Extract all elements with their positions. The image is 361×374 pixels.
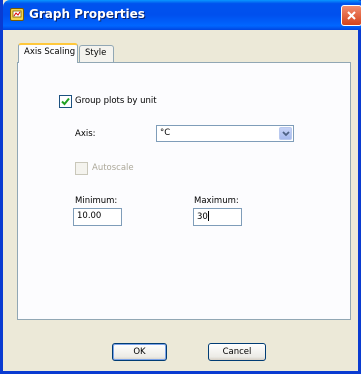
group-by-unit-checkbox[interactable] — [59, 95, 72, 108]
maximum-input[interactable]: 30 — [193, 208, 242, 226]
minimum-label: Minimum: — [75, 196, 118, 206]
maximum-value: 30 — [197, 212, 208, 222]
group-by-unit-label: Group plots by unit — [75, 96, 157, 106]
graph-app-icon — [10, 8, 24, 21]
tab-style-label: Style — [85, 48, 107, 58]
axis-label: Axis: — [75, 129, 96, 139]
tab-axis-scaling[interactable]: Axis Scaling — [18, 43, 78, 63]
axis-dropdown-button[interactable] — [279, 127, 292, 140]
chevron-down-icon — [281, 130, 290, 136]
minimum-value: 10.00 — [77, 211, 102, 221]
maximum-label: Maximum: — [194, 196, 239, 206]
autoscale-label: Autoscale — [92, 163, 134, 173]
minimum-input[interactable]: 10.00 — [73, 208, 122, 226]
autoscale-checkbox[interactable] — [75, 162, 88, 175]
axis-select-value: °C — [160, 128, 171, 138]
tab-axis-scaling-label: Axis Scaling — [24, 47, 76, 57]
graph-properties-dialog: Graph Properties Axis Scaling Style Grou… — [0, 0, 361, 374]
close-button[interactable] — [341, 5, 361, 26]
cancel-button[interactable]: Cancel — [208, 343, 266, 361]
title-bar[interactable]: Graph Properties — [3, 0, 361, 30]
axis-select[interactable]: °C — [156, 125, 294, 142]
close-icon — [347, 11, 356, 20]
ok-button[interactable]: OK — [112, 343, 167, 361]
text-cursor — [207, 211, 209, 221]
checkmark-icon — [61, 97, 70, 106]
window-title: Graph Properties — [29, 7, 145, 21]
tab-style[interactable]: Style — [79, 45, 114, 62]
